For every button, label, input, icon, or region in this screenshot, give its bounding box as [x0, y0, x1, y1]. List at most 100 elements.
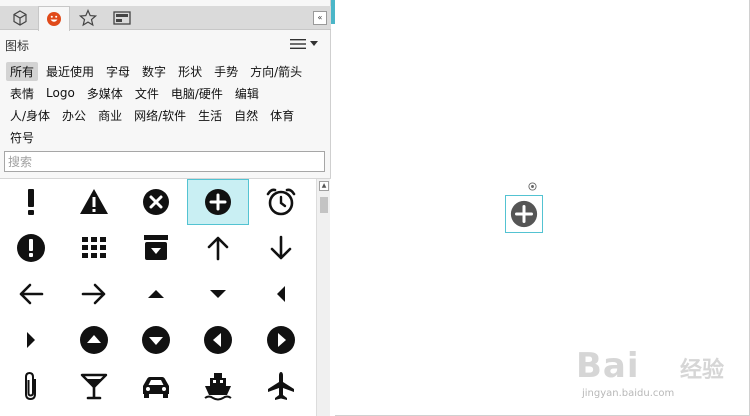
selection-highlight: [187, 179, 250, 225]
caret-down-icon: [310, 41, 318, 46]
icon-cell-paperclip[interactable]: [0, 363, 62, 409]
chevron-right-circle-icon: [266, 326, 295, 354]
watermark-brand-cn: 经验: [680, 358, 725, 383]
tab-favorites[interactable]: [72, 6, 104, 30]
alarm-clock-icon: [266, 188, 296, 216]
caret-up-icon: [147, 290, 164, 298]
category-row: 符号: [6, 126, 326, 148]
category-filter: 所有 最近使用 字母 数字 形状 手势 方向/箭头 表情 Logo 多媒体 文件 电脑/硬件 编辑 人/身…: [6, 60, 326, 148]
icon-cell-cocktail-glass[interactable]: [62, 363, 124, 409]
icon-cell-exclamation[interactable]: [0, 179, 62, 225]
selected-plus-circle-shape[interactable]: [505, 195, 543, 233]
icon-cell-ship[interactable]: [187, 363, 249, 409]
category-item[interactable]: 电脑/硬件: [167, 84, 227, 103]
exclamation-icon: [28, 189, 35, 215]
category-row: 表情 Logo 多媒体 文件 电脑/硬件 编辑: [6, 82, 326, 104]
icon-cell-chevron-right-circle[interactable]: [250, 317, 312, 363]
airplane-icon: [267, 372, 294, 400]
arrow-down-icon: [270, 235, 292, 260]
tab-icons[interactable]: [38, 6, 70, 31]
caret-left-icon: [276, 286, 285, 302]
emoji-icon: [47, 12, 61, 26]
icon-cell-arrow-left[interactable]: [0, 271, 62, 317]
category-item[interactable]: 办公: [58, 106, 90, 125]
cube-icon: [13, 10, 27, 26]
tab-3d-shapes[interactable]: [4, 6, 36, 30]
icon-cell-chevron-left-circle[interactable]: [187, 317, 249, 363]
icon-row: [0, 225, 312, 271]
icon-cell-caret-down[interactable]: [187, 271, 249, 317]
chevron-left-circle-icon: [204, 326, 233, 354]
car-icon: [142, 377, 169, 398]
category-row: 人/身体 办公 商业 网络/软件 生活 自然 体育: [6, 104, 326, 126]
icon-cell-alarm-clock[interactable]: [250, 179, 312, 225]
watermark-url: jingyan.baidu.com: [582, 388, 675, 399]
chevron-down-circle-icon: [141, 326, 170, 354]
category-item[interactable]: 人/身体: [6, 106, 54, 125]
search-input[interactable]: [4, 151, 325, 172]
category-item[interactable]: 手势: [210, 62, 242, 81]
icon-cell-chevron-up-circle[interactable]: [62, 317, 124, 363]
caret-right-icon: [27, 332, 36, 348]
icon-row: [0, 363, 312, 409]
icon-cell-car[interactable]: [125, 363, 187, 409]
panel-tab-bar: «: [0, 6, 331, 31]
chevron-up-circle-icon: [79, 326, 108, 354]
icon-cell-arrow-up[interactable]: [187, 225, 249, 271]
icon-cell-archive-download[interactable]: [125, 225, 187, 271]
icon-cell-caret-up[interactable]: [125, 271, 187, 317]
hamburger-menu-icon: [290, 39, 306, 49]
cocktail-glass-icon: [80, 373, 107, 400]
view-menu-button[interactable]: [290, 36, 324, 52]
category-active[interactable]: 所有: [6, 61, 39, 81]
icon-cell-warning-triangle[interactable]: [62, 179, 124, 225]
icon-grid-scrollbar[interactable]: ▲: [316, 179, 330, 416]
collapse-panel-button[interactable]: «: [313, 11, 327, 25]
category-item[interactable]: 最近使用: [42, 62, 98, 81]
icon-cell-caret-right[interactable]: [0, 317, 62, 363]
category-item[interactable]: 字母: [102, 62, 134, 81]
category-item[interactable]: 自然: [230, 106, 262, 125]
icon-cell-airplane[interactable]: [250, 363, 312, 409]
grid-dots-icon: [81, 237, 106, 258]
category-item[interactable]: 数字: [138, 62, 170, 81]
category-item[interactable]: 多媒体: [83, 84, 127, 103]
icon-row: [0, 271, 312, 317]
plus-circle-icon: [510, 200, 538, 228]
icon-cell-grid-dots[interactable]: [62, 225, 124, 271]
icon-grid: [0, 179, 312, 409]
warning-triangle-icon: [79, 189, 108, 214]
category-row: 所有 最近使用 字母 数字 形状 手势 方向/箭头: [6, 60, 326, 82]
category-item[interactable]: 形状: [174, 62, 206, 81]
star-icon: [79, 9, 97, 27]
paperclip-icon: [25, 371, 37, 401]
category-item[interactable]: 编辑: [231, 84, 263, 103]
plus-circle-icon: [205, 189, 232, 215]
category-item[interactable]: 符号: [6, 128, 38, 147]
section-title: 图标: [5, 39, 30, 53]
icon-grid-area: ▲: [0, 178, 331, 416]
category-item[interactable]: 网络/软件: [130, 106, 190, 125]
category-item[interactable]: 表情: [6, 84, 38, 103]
scroll-thumb[interactable]: [320, 197, 328, 213]
scroll-up-button[interactable]: ▲: [319, 181, 329, 191]
icon-cell-close-circle[interactable]: [125, 179, 187, 225]
icon-cell-arrow-right[interactable]: [62, 271, 124, 317]
icon-cell-exclamation-circle[interactable]: [0, 225, 62, 271]
category-item[interactable]: Logo: [42, 85, 79, 101]
category-item[interactable]: 商业: [94, 106, 126, 125]
category-item[interactable]: 生活: [194, 106, 226, 125]
close-circle-icon: [142, 189, 169, 215]
ship-icon: [204, 373, 232, 401]
icon-cell-caret-left[interactable]: [250, 271, 312, 317]
icon-cell-arrow-down[interactable]: [250, 225, 312, 271]
category-item[interactable]: 文件: [131, 84, 163, 103]
photo-frame-icon: [113, 11, 131, 25]
archive-download-icon: [143, 235, 168, 260]
rotate-handle-icon[interactable]: [528, 182, 537, 191]
category-item[interactable]: 方向/箭头: [246, 62, 306, 81]
icon-cell-plus-circle[interactable]: [187, 179, 250, 225]
tab-images[interactable]: [106, 6, 138, 30]
category-item[interactable]: 体育: [266, 106, 298, 125]
icon-cell-chevron-down-circle[interactable]: [125, 317, 187, 363]
